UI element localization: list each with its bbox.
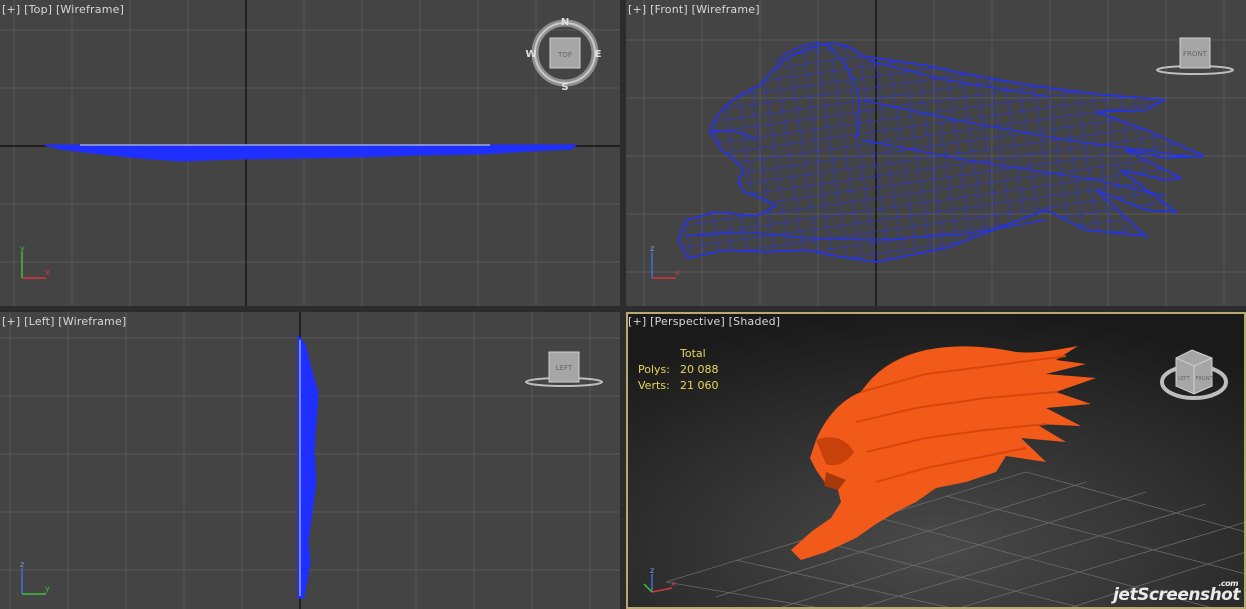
verts-value: 21 060	[680, 379, 719, 392]
svg-text:x: x	[671, 579, 676, 588]
viewport-label[interactable]: [+] [Left] [Wireframe]	[2, 315, 126, 328]
svg-text:N: N	[561, 17, 569, 28]
svg-text:x: x	[45, 268, 50, 277]
svg-text:LEFT: LEFT	[556, 364, 573, 372]
viewport-label[interactable]: [+] [Top] [Wireframe]	[2, 3, 124, 16]
viewport-front-canvas: FRONT z x	[626, 0, 1246, 306]
watermark-logo: jetScreenshot .com	[1113, 579, 1240, 605]
polys-label: Polys:	[638, 363, 670, 376]
svg-text:x: x	[675, 268, 680, 277]
stats-header: Total	[680, 347, 706, 360]
svg-text:FRONT: FRONT	[1183, 50, 1208, 58]
svg-text:y: y	[45, 584, 50, 593]
polys-value: 20 088	[680, 363, 719, 376]
viewport-left[interactable]: LEFT z y [+] [Left] [Wireframe]	[0, 312, 620, 609]
viewport-divider-vertical[interactable]	[620, 0, 626, 609]
viewport-top-canvas: TOP N S W E y x	[0, 0, 620, 306]
svg-text:LEFT: LEFT	[1178, 376, 1191, 382]
svg-text:TOP: TOP	[557, 51, 572, 59]
viewport-perspective[interactable]: LEFT FRONT z x [+] [Perspective] [Shaded…	[626, 312, 1246, 609]
svg-text:z: z	[650, 244, 654, 253]
verts-label: Verts:	[638, 379, 670, 392]
svg-text:y: y	[20, 244, 25, 253]
svg-text:W: W	[525, 49, 536, 60]
viewport-left-canvas: LEFT z y	[0, 312, 620, 609]
viewport-label[interactable]: [+] [Perspective] [Shaded]	[628, 315, 780, 328]
viewport-label[interactable]: [+] [Front] [Wireframe]	[628, 3, 760, 16]
scene-statistics: Total Polys: 20 088 Verts: 21 060	[638, 346, 719, 394]
svg-text:FRONT: FRONT	[1195, 376, 1213, 382]
viewport-top[interactable]: TOP N S W E y x [+] [Top] [Wireframe]	[0, 0, 620, 306]
svg-text:S: S	[561, 82, 568, 93]
svg-text:E: E	[595, 49, 602, 60]
viewport-perspective-canvas: LEFT FRONT z x	[626, 312, 1246, 609]
svg-text:z: z	[650, 566, 654, 575]
svg-text:z: z	[20, 560, 24, 569]
viewport-front[interactable]: FRONT z x [+] [Front] [Wireframe]	[626, 0, 1246, 306]
